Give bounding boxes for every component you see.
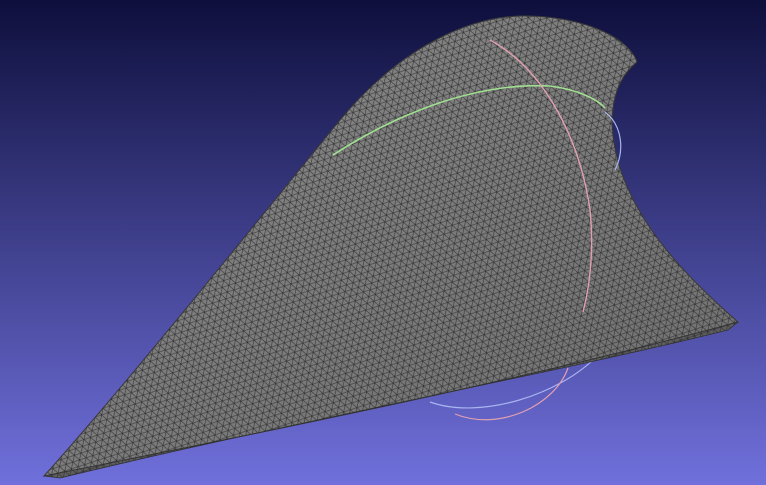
3d-viewport[interactable] <box>0 0 766 485</box>
viewport-canvas[interactable] <box>0 0 766 485</box>
